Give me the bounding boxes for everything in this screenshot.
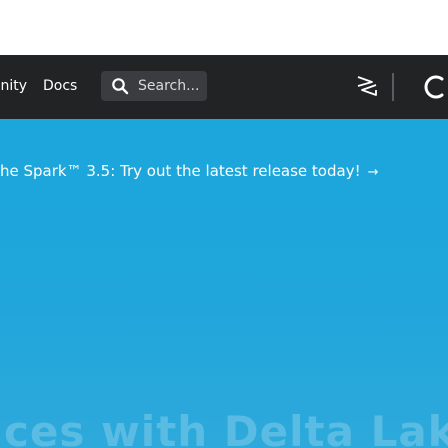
nav-divider [392,73,394,101]
search-placeholder: Search... [138,78,200,94]
stack-icon[interactable] [354,73,380,99]
nav-link-docs[interactable]: Docs [43,77,77,95]
theme-toggle-icon[interactable] [420,73,448,101]
nav-link-community[interactable]: Community [0,77,27,95]
hero-title: ces with Delta Lake [4,407,448,448]
announcement-link[interactable]: he Spark™ 3.5: Try out the latest releas… [0,161,379,183]
search-input[interactable]: Search... [101,71,207,101]
top-strip [0,0,448,55]
announcement-text: he Spark™ 3.5: Try out the latest releas… [0,162,361,180]
hero-section: he Spark™ 3.5: Try out the latest releas… [0,119,448,448]
arrow-right-icon: → [367,165,379,180]
navbar: Community Docs Search... [0,55,448,119]
search-icon [112,78,129,95]
page: Community Docs Search... he Spark™ 3.5: … [0,0,448,448]
